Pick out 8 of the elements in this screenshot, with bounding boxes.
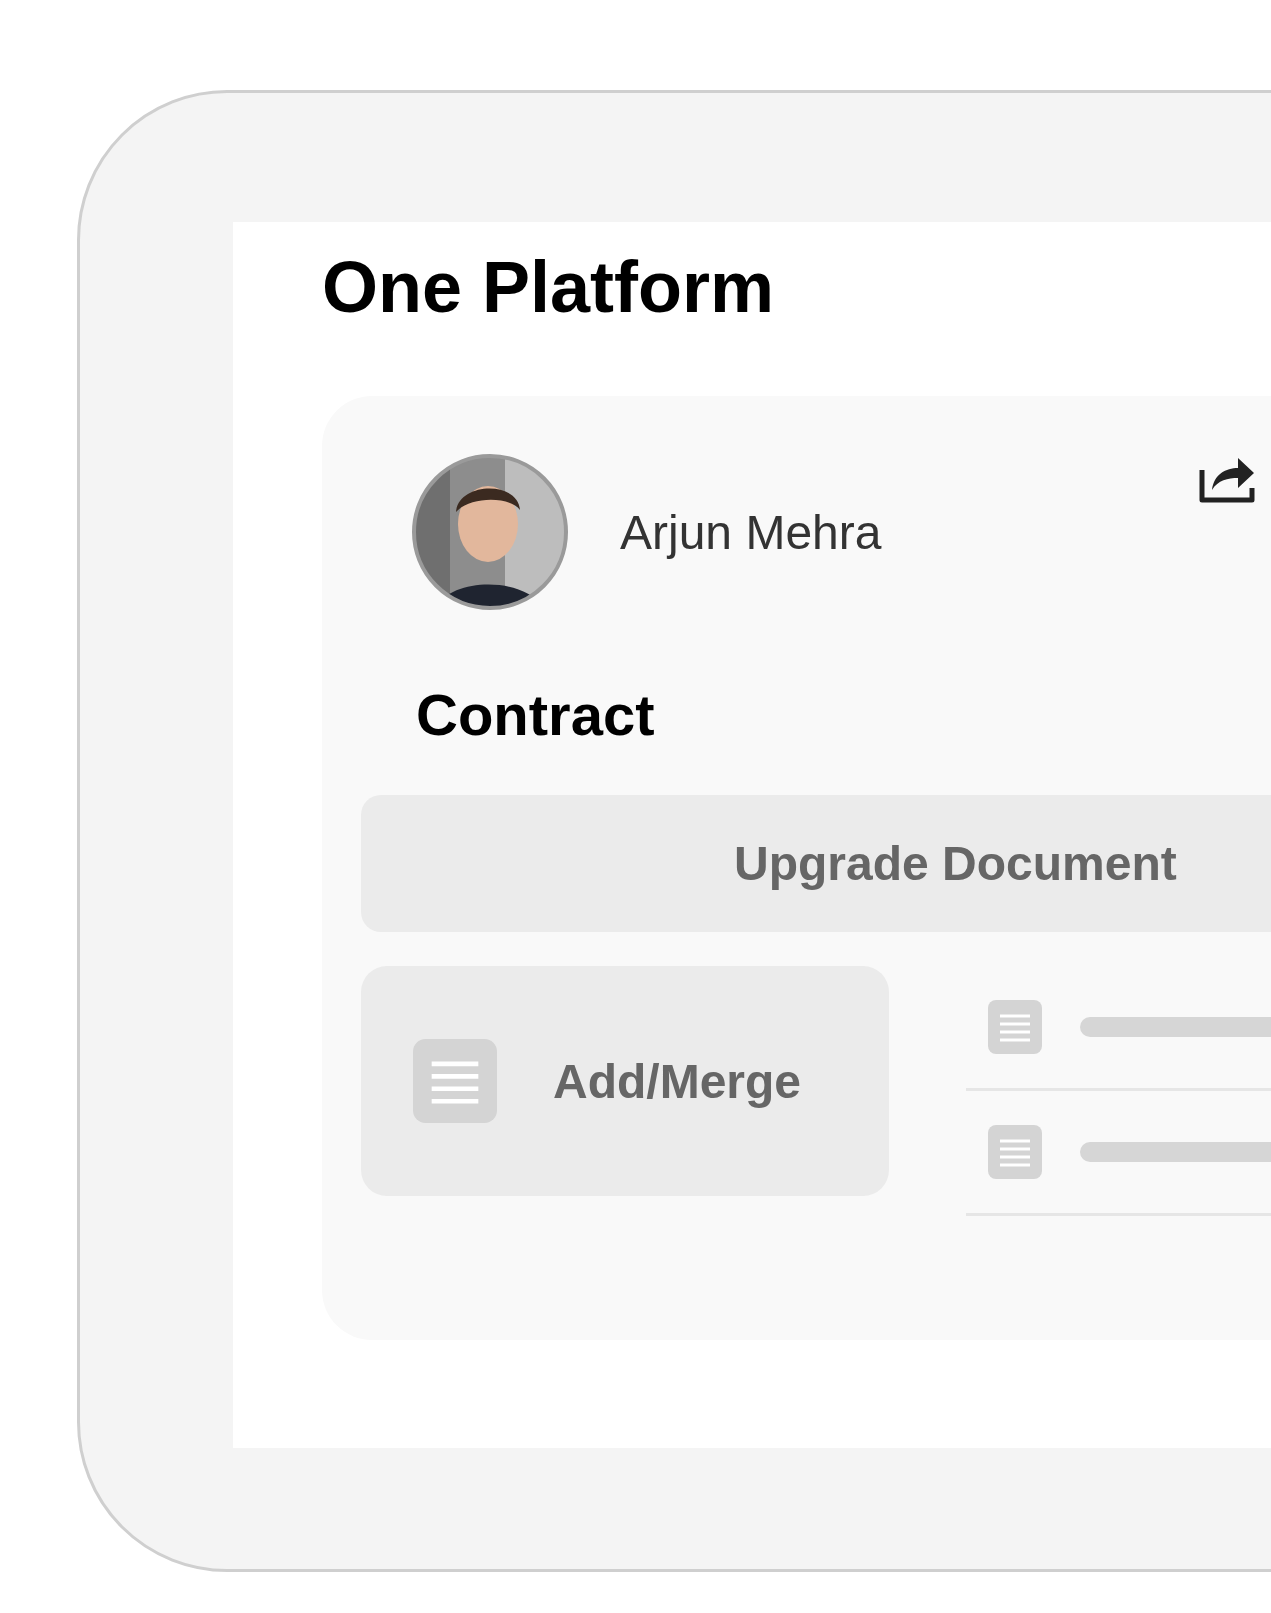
page-title: One Platform	[322, 246, 776, 329]
document-icon	[413, 1037, 497, 1125]
document-icon	[988, 1000, 1042, 1054]
add-merge-button[interactable]: Add/Merge	[361, 966, 889, 1196]
upgrade-document-button[interactable]: Upgrade Document	[361, 795, 1271, 932]
section-title: Contract	[416, 681, 656, 749]
user-name: Arjun Mehra	[620, 504, 882, 560]
document-icon	[988, 1125, 1042, 1179]
